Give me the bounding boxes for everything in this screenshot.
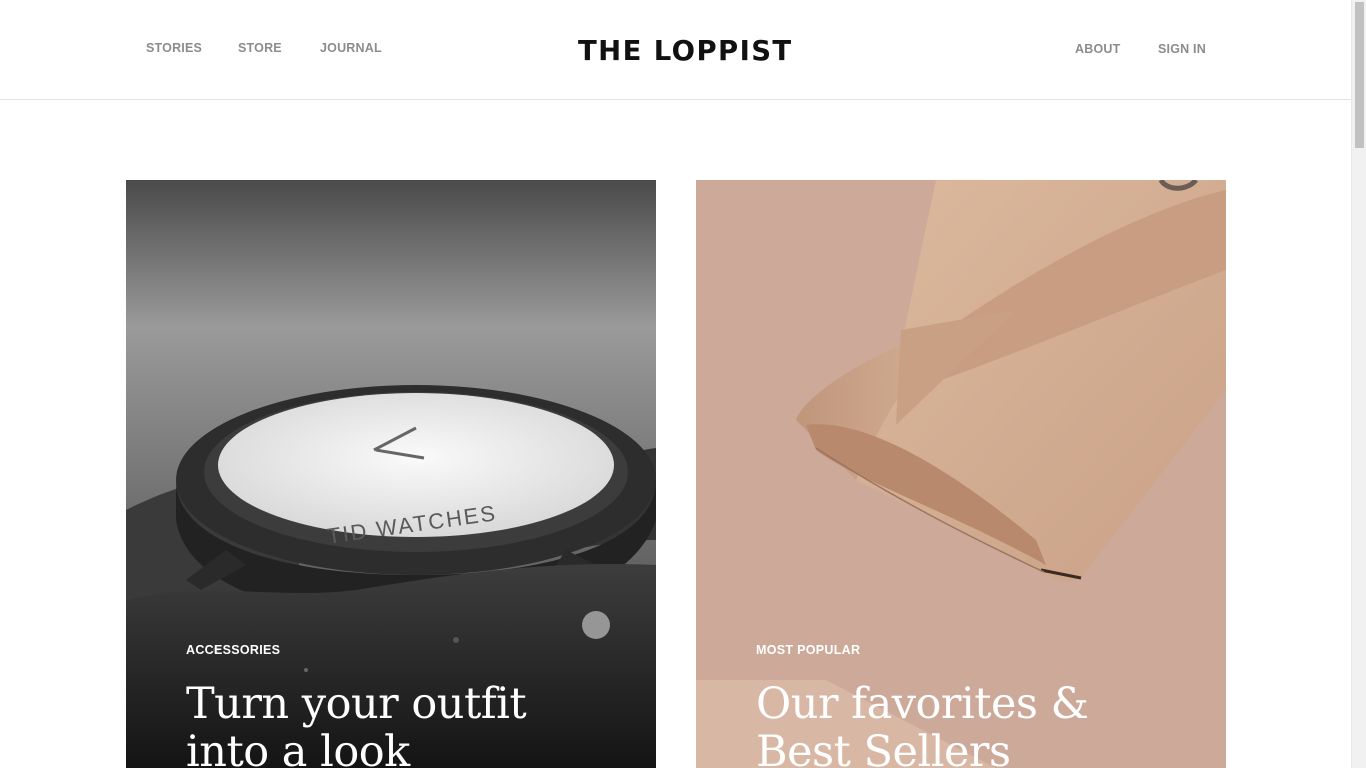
most-popular-card[interactable]: MOST POPULAR Our favorites & Best Seller… [696, 180, 1226, 768]
accessories-eyebrow: ACCESSORIES [186, 643, 281, 657]
nav-journal-link[interactable]: JOURNAL [320, 41, 382, 55]
scrollbar-thumb[interactable] [1355, 2, 1364, 148]
most-popular-card-title[interactable]: Our favorites & Best Sellers [756, 680, 1176, 768]
accessories-card-title[interactable]: Turn your outfit into a look [186, 680, 606, 768]
site-logo[interactable]: THE LOPPIST [578, 34, 791, 68]
accessories-card[interactable]: TID WATCHES ACCESSORIES Turn your outfit… [126, 180, 656, 768]
nav-sign-in-link[interactable]: SIGN IN [1158, 42, 1206, 56]
vertical-scrollbar[interactable] [1351, 0, 1366, 768]
page: STORIES STORE JOURNAL THE LOPPIST ABOUT … [0, 0, 1351, 768]
nav-store-link[interactable]: STORE [238, 41, 282, 55]
nav-about-link[interactable]: ABOUT [1075, 42, 1120, 56]
most-popular-eyebrow: MOST POPULAR [756, 643, 861, 657]
nav-stories-link[interactable]: STORIES [146, 41, 202, 55]
site-header: STORIES STORE JOURNAL THE LOPPIST ABOUT … [0, 0, 1351, 100]
